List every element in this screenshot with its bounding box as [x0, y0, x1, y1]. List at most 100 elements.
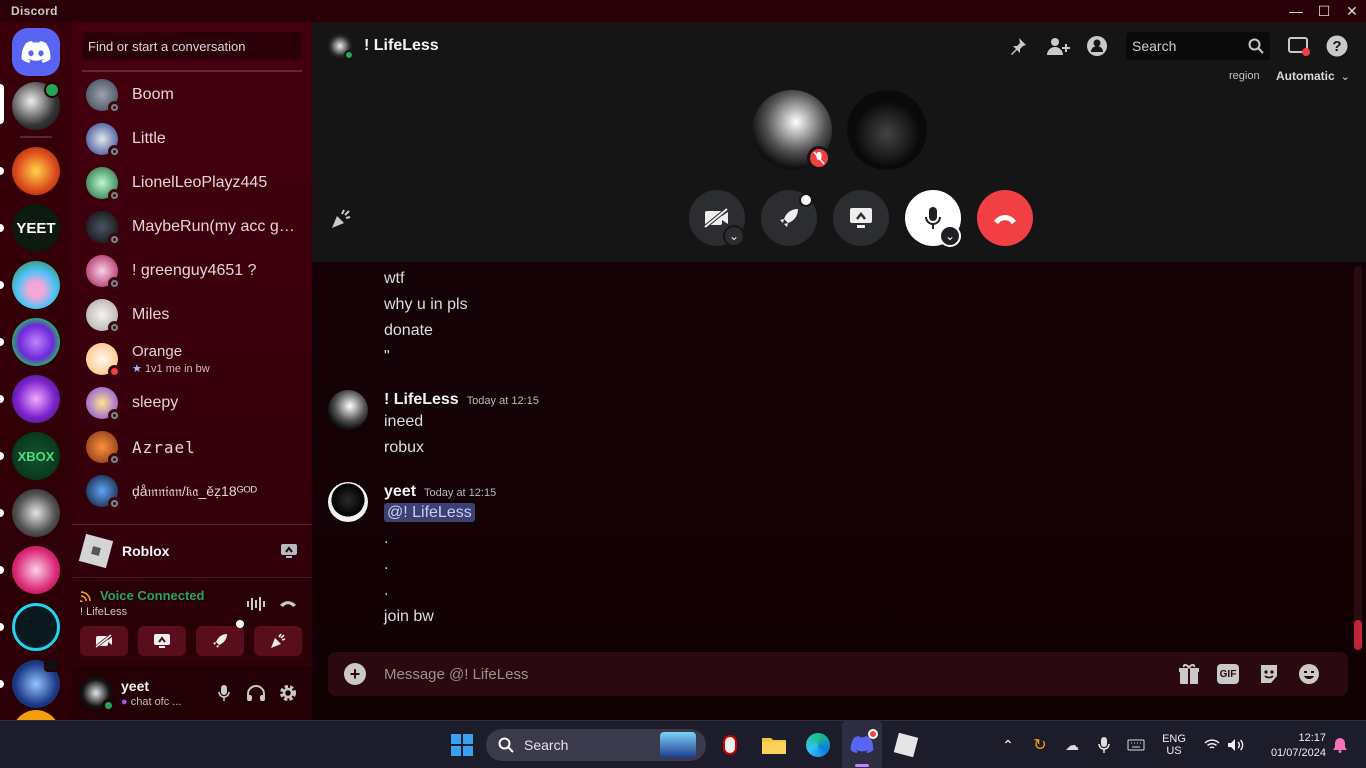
chevron-down-icon: ⌄: [1340, 70, 1350, 83]
taskbar-app-roblox[interactable]: [892, 721, 920, 768]
server-icon-kirby[interactable]: [12, 261, 60, 309]
minimize-icon[interactable]: —: [1282, 0, 1310, 22]
user-avatar[interactable]: [80, 677, 115, 712]
gif-icon[interactable]: GIF: [1217, 664, 1239, 684]
wifi-icon[interactable]: [1202, 721, 1222, 768]
soundboard-icon[interactable]: [330, 208, 352, 230]
dm-item-miles[interactable]: Miles: [86, 294, 302, 336]
microphone-icon[interactable]: [218, 684, 230, 702]
camera-options-chevron-icon[interactable]: ⌄: [723, 225, 745, 247]
taskbar-app-discord[interactable]: [842, 721, 882, 768]
signal-icon[interactable]: [80, 590, 92, 602]
language-indicator[interactable]: ENG US: [1158, 721, 1190, 768]
maximize-icon[interactable]: ☐: [1310, 0, 1338, 22]
search-input[interactable]: Search: [1126, 32, 1270, 60]
keyboard-icon[interactable]: [1126, 721, 1146, 768]
taskbar-app-file-explorer[interactable]: [760, 721, 788, 768]
message-text: ": [384, 348, 390, 365]
find-conversation-input[interactable]: Find or start a conversation: [82, 32, 302, 60]
server-icon-1[interactable]: [12, 147, 60, 195]
notification-dot: [799, 193, 813, 207]
share-screen-button[interactable]: [138, 626, 186, 656]
app-title: Discord: [11, 4, 58, 18]
dm-item-mayberun[interactable]: MaybeRun(my acc got...: [86, 206, 302, 248]
leave-call-button[interactable]: [977, 190, 1033, 246]
message-input[interactable]: Message @! LifeLess: [384, 666, 528, 683]
gift-icon[interactable]: [1178, 663, 1200, 685]
dm-item-lionel[interactable]: LionelLeoPlayz445: [86, 162, 302, 204]
server-icon-12[interactable]: [12, 710, 60, 720]
message-avatar[interactable]: [328, 390, 368, 430]
search-placeholder: Search: [1132, 38, 1177, 54]
chat-area: ! LifeLess Search ? region Automatic ⌄ ⌄: [312, 22, 1366, 720]
message-avatar[interactable]: [328, 482, 368, 522]
message-text: ineed: [384, 413, 424, 430]
headphones-icon[interactable]: [246, 684, 266, 702]
recipient-avatar: [328, 34, 354, 60]
status-offline-icon: [108, 277, 121, 290]
activity-panel: Roblox: [72, 524, 312, 576]
scrollbar-thumb[interactable]: [1354, 620, 1362, 650]
screen-share-button[interactable]: [833, 190, 889, 246]
server-icon-yeet[interactable]: YEET: [12, 204, 60, 252]
voice-channel[interactable]: ! LifeLess: [80, 606, 127, 618]
add-attachment-icon[interactable]: +: [344, 663, 366, 685]
server-icon-9[interactable]: [12, 546, 60, 594]
server-icon-10[interactable]: [12, 603, 60, 651]
region-select[interactable]: Automatic ⌄: [1276, 69, 1350, 83]
help-icon[interactable]: ?: [1326, 35, 1348, 57]
taskbar-search[interactable]: Search: [486, 729, 706, 761]
show-hidden-icons[interactable]: ⌃: [998, 721, 1018, 768]
server-icon-6[interactable]: [12, 375, 60, 423]
voice-speaker-icon: [44, 82, 60, 98]
dm-item-boom[interactable]: Boom: [86, 74, 302, 116]
emoji-icon[interactable]: [1298, 663, 1320, 685]
server-icon-xbox[interactable]: XBOX: [12, 432, 60, 480]
recipient-name: ! LifeLess: [364, 37, 439, 54]
clock[interactable]: 12:17 01/07/2024: [1256, 721, 1326, 768]
server-icon-8[interactable]: [12, 489, 60, 537]
home-button[interactable]: [12, 28, 60, 76]
add-friends-icon[interactable]: [1046, 36, 1070, 56]
dm-item-little[interactable]: Little: [86, 118, 302, 160]
start-button[interactable]: [448, 721, 476, 768]
sync-icon[interactable]: ↻: [1030, 721, 1050, 768]
close-icon[interactable]: ✕: [1338, 0, 1366, 22]
stream-screen-icon[interactable]: [280, 543, 298, 559]
language-bottom: US: [1166, 745, 1182, 757]
inbox-icon[interactable]: [1287, 35, 1311, 57]
user-mention[interactable]: @! LifeLess: [384, 503, 475, 522]
dm-item-greenguy[interactable]: ! greenguy4651 ?: [86, 250, 302, 292]
dm-item-damnian[interactable]: ḑå𝔪𝔫𝔦𝔞𝔫/𝔨𝔞_ěẓ18ᴳᴼᴰ: [86, 470, 302, 512]
status-offline-icon: [108, 409, 121, 422]
message-author[interactable]: yeet: [384, 483, 416, 500]
message-text: wtf: [384, 270, 405, 287]
region-value: Automatic: [1276, 69, 1335, 83]
discord-logo-icon: [21, 40, 51, 63]
participant-avatar-yeet[interactable]: [847, 90, 927, 170]
dm-item-orange[interactable]: Orange ★ 1v1 me in bw: [86, 338, 302, 380]
disconnect-icon[interactable]: [278, 596, 298, 610]
volume-icon[interactable]: [1226, 721, 1246, 768]
avatar: [86, 211, 121, 246]
pin-icon[interactable]: [1008, 36, 1028, 56]
settings-gear-icon[interactable]: [278, 683, 298, 703]
taskbar-app-mouse[interactable]: [716, 721, 744, 768]
dm-item-sleepy[interactable]: sleepy: [86, 382, 302, 424]
sticker-icon[interactable]: [1258, 663, 1280, 685]
microphone-tray-icon[interactable]: [1094, 721, 1114, 768]
message-author[interactable]: ! LifeLess: [384, 391, 459, 408]
taskbar-app-edge[interactable]: [804, 721, 832, 768]
cloud-icon[interactable]: ☁: [1062, 721, 1082, 768]
notifications-bell-icon[interactable]: [1330, 721, 1350, 768]
user-profile-icon[interactable]: [1086, 35, 1108, 57]
server-icon-5[interactable]: [12, 318, 60, 366]
mic-options-chevron-icon[interactable]: ⌄: [939, 225, 961, 247]
share-screen-icon: [154, 634, 170, 648]
noise-suppression-icon[interactable]: [246, 596, 266, 612]
video-off-button[interactable]: [80, 626, 128, 656]
dm-item-azrael[interactable]: Azrael: [86, 426, 302, 468]
soundboard-button[interactable]: [254, 626, 302, 656]
scrollbar[interactable]: [1354, 266, 1362, 650]
activities-button[interactable]: [196, 626, 244, 656]
